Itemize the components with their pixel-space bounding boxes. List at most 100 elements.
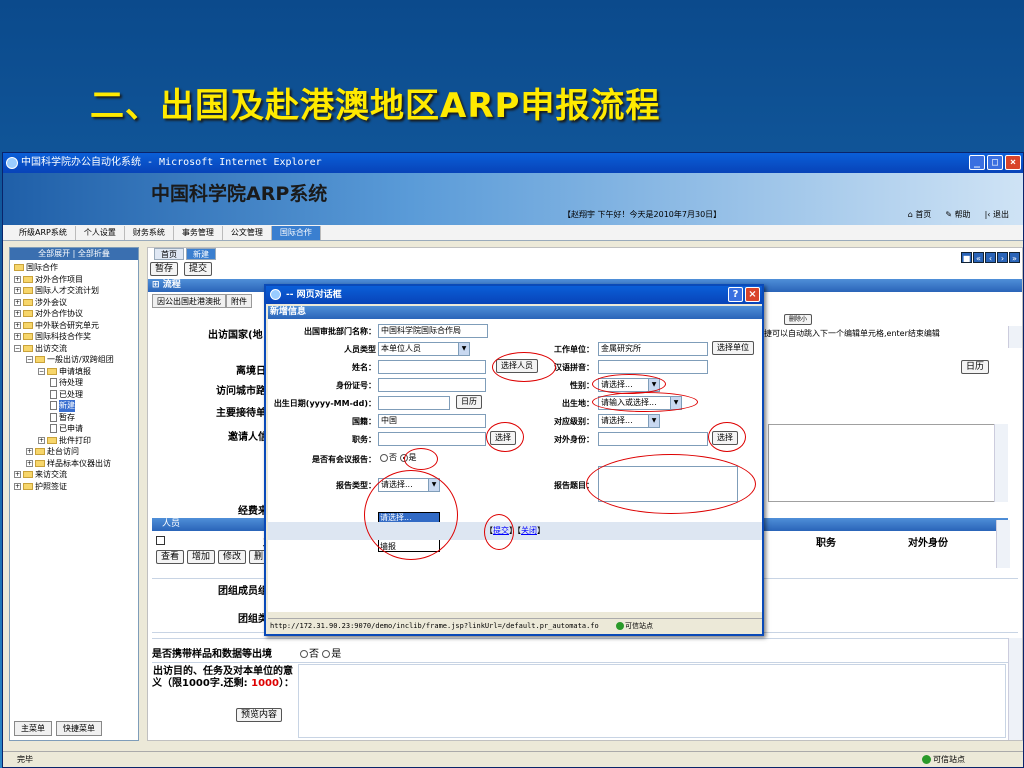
calendar-button[interactable]: 日历 bbox=[961, 360, 990, 374]
name-field[interactable] bbox=[378, 360, 486, 374]
select-all-checkbox[interactable] bbox=[156, 536, 165, 545]
expand-icon[interactable]: + bbox=[14, 275, 21, 283]
person-type-select[interactable]: 本单位人员 ▼ bbox=[378, 342, 470, 356]
report-yes-radio[interactable] bbox=[399, 453, 408, 462]
dialog-submit-link[interactable]: 提交 bbox=[493, 526, 509, 535]
report-type-select[interactable]: 请选择... ▼ bbox=[378, 478, 440, 492]
expand-icon[interactable]: + bbox=[14, 298, 21, 306]
tree-item[interactable]: + 护照签证 bbox=[14, 481, 134, 493]
tree-item[interactable]: 已处理 bbox=[14, 389, 134, 401]
dropdown-option[interactable]: 墙报 bbox=[379, 542, 439, 552]
next-icon[interactable]: › bbox=[997, 252, 1008, 263]
tree-item[interactable]: + 来访交流 bbox=[14, 469, 134, 481]
view-button[interactable]: 查看 bbox=[156, 550, 185, 564]
birthplace-select[interactable]: 请输入或选择... ▼ bbox=[598, 396, 682, 410]
prev-icon[interactable]: ‹ bbox=[985, 252, 996, 263]
choose-unit-button[interactable]: 选择单位 bbox=[712, 341, 754, 355]
ext-id-field[interactable] bbox=[598, 432, 708, 446]
purpose-textarea[interactable] bbox=[298, 664, 1006, 738]
choose-ext-id-button[interactable]: 选择 bbox=[712, 431, 738, 445]
expand-icon[interactable]: + bbox=[26, 459, 33, 467]
save-draft-button[interactable]: 暂存 bbox=[150, 262, 179, 276]
tree-item[interactable]: + 对外合作项目 bbox=[14, 274, 134, 286]
expand-icon[interactable]: + bbox=[14, 482, 21, 490]
birth-calendar-button[interactable]: 日历 bbox=[456, 395, 482, 409]
menu-item-finance[interactable]: 财务系统 bbox=[125, 225, 174, 240]
last-icon[interactable]: » bbox=[1009, 252, 1020, 263]
menu-item-documents[interactable]: 公文管理 bbox=[223, 225, 272, 240]
samples-no-radio[interactable] bbox=[300, 650, 308, 658]
gender-select[interactable]: 请选择... ▼ bbox=[598, 378, 660, 392]
add-button[interactable]: 增加 bbox=[187, 550, 216, 564]
tree-item[interactable]: − 出访交流 bbox=[14, 343, 134, 355]
tree-item[interactable]: 暂存 bbox=[14, 412, 134, 424]
report-no-radio[interactable] bbox=[380, 453, 388, 462]
submit-button[interactable]: 提交 bbox=[184, 262, 213, 276]
tree-item[interactable]: + 对外合作协议 bbox=[14, 308, 134, 320]
dialog-close-link[interactable]: 关闭 bbox=[521, 526, 537, 535]
logout-link[interactable]: |‹ 退出 bbox=[985, 209, 1009, 220]
tree-item[interactable]: + 中外联合研究单元 bbox=[14, 320, 134, 332]
collapse-icon[interactable]: − bbox=[14, 344, 21, 352]
tree-item[interactable]: − 申请填报 bbox=[14, 366, 134, 378]
tree-item[interactable]: + 国际科技合作奖 bbox=[14, 331, 134, 343]
help-icon[interactable]: ? bbox=[728, 287, 743, 302]
samples-yes-radio[interactable] bbox=[322, 650, 331, 658]
expand-icon[interactable]: + bbox=[38, 436, 45, 444]
level-select[interactable]: 请选择... ▼ bbox=[598, 414, 660, 428]
first-page-icon[interactable]: ■ bbox=[961, 252, 972, 263]
main-menu-tab[interactable]: 主菜单 bbox=[14, 721, 52, 736]
tree-item[interactable]: 新建 bbox=[14, 400, 134, 412]
invitee-scrollbar[interactable] bbox=[994, 424, 1008, 502]
tab-approval[interactable]: 因公出国赴港澳批 bbox=[152, 294, 226, 308]
preview-button[interactable]: 预览内容 bbox=[236, 708, 283, 722]
help-link[interactable]: ✎ 帮助 bbox=[945, 209, 970, 220]
choose-post-button[interactable]: 选择 bbox=[490, 431, 516, 445]
tab-attachment[interactable]: 附件 bbox=[226, 294, 252, 308]
country-scrollbar[interactable] bbox=[1008, 326, 1022, 348]
pinyin-field[interactable] bbox=[598, 360, 708, 374]
delete-small-button[interactable]: 删除小 bbox=[784, 314, 813, 325]
tree-expand-collapse[interactable]: 全部展开 | 全部折叠 bbox=[10, 248, 138, 260]
menu-item-affairs[interactable]: 事务管理 bbox=[174, 225, 223, 240]
collapse-icon[interactable]: − bbox=[26, 356, 33, 364]
close-icon[interactable]: × bbox=[1005, 155, 1021, 170]
menu-item-arp[interactable]: 所级ARP系统 bbox=[11, 225, 76, 240]
expand-icon[interactable]: + bbox=[26, 448, 33, 456]
tree-item[interactable]: + 样品标本仪器出访 bbox=[14, 458, 134, 470]
tree-item[interactable]: + 国际人才交流计划 bbox=[14, 285, 134, 297]
minimize-icon[interactable]: _ bbox=[969, 155, 985, 170]
expand-icon[interactable]: + bbox=[14, 310, 21, 318]
post-field[interactable] bbox=[378, 432, 486, 446]
tab-new[interactable]: 新建 bbox=[186, 248, 216, 260]
tree-item[interactable]: + 涉外会议 bbox=[14, 297, 134, 309]
main-scrollbar[interactable] bbox=[1008, 638, 1022, 740]
home-link[interactable]: ⌂ 首页 bbox=[908, 209, 932, 220]
maximize-icon[interactable]: □ bbox=[987, 155, 1003, 170]
persons-scrollbar[interactable] bbox=[996, 520, 1010, 568]
expand-icon[interactable]: + bbox=[14, 471, 21, 479]
quick-menu-tab[interactable]: 快捷菜单 bbox=[56, 721, 102, 736]
invitee-textarea[interactable] bbox=[768, 424, 1008, 502]
tree-item[interactable]: + 批件打印 bbox=[14, 435, 134, 447]
id-number-field[interactable] bbox=[378, 378, 486, 392]
choose-person-button[interactable]: 选择人员 bbox=[496, 359, 538, 373]
tree-item[interactable]: 待处理 bbox=[14, 377, 134, 389]
close-icon[interactable]: × bbox=[745, 287, 760, 302]
nationality-field[interactable]: 中国 bbox=[378, 414, 486, 428]
report-title-textarea[interactable] bbox=[598, 466, 738, 502]
menu-item-international[interactable]: 国际合作 bbox=[271, 225, 321, 240]
expand-icon[interactable]: + bbox=[14, 287, 21, 295]
edit-button[interactable]: 修改 bbox=[218, 550, 247, 564]
tree-item[interactable]: 国际合作 bbox=[14, 262, 134, 274]
tree-item[interactable]: + 赴台访问 bbox=[14, 446, 134, 458]
prev-all-icon[interactable]: « bbox=[973, 252, 984, 263]
collapse-icon[interactable]: − bbox=[38, 367, 45, 375]
birth-date-field[interactable] bbox=[378, 396, 450, 410]
tree-item[interactable]: 已申请 bbox=[14, 423, 134, 435]
expand-icon[interactable]: + bbox=[14, 333, 21, 341]
work-unit-field[interactable]: 金属研究所 bbox=[598, 342, 708, 356]
tab-home[interactable]: 首页 bbox=[154, 248, 184, 260]
expand-icon[interactable]: + bbox=[14, 321, 21, 329]
menu-item-personal[interactable]: 个人设置 bbox=[76, 225, 125, 240]
